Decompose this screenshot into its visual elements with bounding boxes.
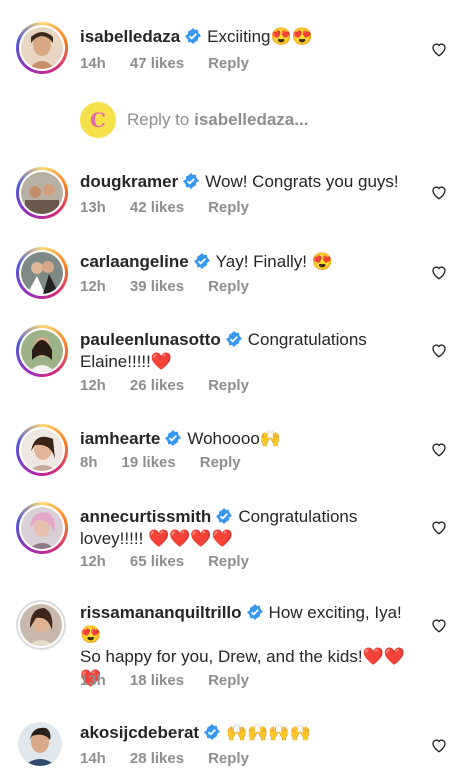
likes-count[interactable]: 65 likes xyxy=(130,553,184,570)
username[interactable]: isabelledaza xyxy=(80,27,180,46)
my-avatar: C xyxy=(80,102,116,138)
timestamp: 14h xyxy=(80,55,106,72)
heart-icon[interactable] xyxy=(430,440,448,458)
likes-count[interactable]: 18 likes xyxy=(130,672,184,689)
heart-icon[interactable] xyxy=(430,40,448,58)
reply-button[interactable]: Reply xyxy=(208,672,249,689)
reply-placeholder[interactable]: Reply to isabelledaza... xyxy=(127,110,308,130)
emoji: ❤️ xyxy=(150,352,173,371)
comment-text: Wow! Congrats you guys! xyxy=(205,172,399,191)
heart-icon[interactable] xyxy=(430,736,448,754)
verified-badge-icon xyxy=(185,28,202,44)
reply-button[interactable]: Reply xyxy=(208,553,249,570)
verified-badge-icon xyxy=(165,430,182,446)
svg-text:C: C xyxy=(90,108,106,132)
avatar[interactable] xyxy=(16,424,68,476)
emoji: 😍😍 xyxy=(270,27,313,46)
timestamp: 13h xyxy=(80,199,106,216)
reply-button[interactable]: Reply xyxy=(208,55,249,72)
likes-count[interactable]: 42 likes xyxy=(130,199,184,216)
reply-button[interactable]: Reply xyxy=(208,278,249,295)
emoji: 🙌🙌🙌🙌 xyxy=(226,723,311,742)
comment-body: isabelledaza Exciiting😍😍 xyxy=(80,26,420,48)
likes-count[interactable]: 39 likes xyxy=(130,278,184,295)
avatar[interactable] xyxy=(16,22,68,74)
heart-icon[interactable] xyxy=(430,183,448,201)
username[interactable]: rissamananquiltrillo xyxy=(80,603,242,622)
timestamp: 13h xyxy=(80,672,106,689)
emoji: 😍 xyxy=(311,252,333,271)
reply-button[interactable]: Reply xyxy=(208,199,249,216)
comment-text-line2: So happy for you, Drew, and the kids! xyxy=(80,647,363,666)
heart-icon[interactable] xyxy=(430,341,448,359)
timestamp: 12h xyxy=(80,553,106,570)
username[interactable]: dougkramer xyxy=(80,172,178,191)
comment-meta: 14h 47 likes Reply xyxy=(80,55,273,72)
avatar[interactable] xyxy=(16,325,68,377)
timestamp: 14h xyxy=(80,750,106,767)
verified-badge-icon xyxy=(216,508,233,524)
verified-badge-icon xyxy=(204,724,221,740)
username[interactable]: annecurtissmith xyxy=(80,507,211,526)
timestamp: 12h xyxy=(80,278,106,295)
heart-icon[interactable] xyxy=(430,616,448,634)
timestamp: 12h xyxy=(80,377,106,394)
heart-icon[interactable] xyxy=(430,263,448,281)
username[interactable]: akosijcdeberat xyxy=(80,723,199,742)
avatar[interactable] xyxy=(16,167,68,219)
likes-count[interactable]: 47 likes xyxy=(130,55,184,72)
likes-count[interactable]: 28 likes xyxy=(130,750,184,767)
avatar[interactable] xyxy=(16,502,68,554)
verified-badge-icon xyxy=(225,331,242,347)
heart-icon[interactable] xyxy=(430,518,448,536)
comment-text: Yay! Finally! xyxy=(215,252,307,271)
emoji: ❤️❤️❤️❤️ xyxy=(148,529,233,548)
comment-text: Exciiting xyxy=(207,27,271,46)
username[interactable]: carlaangeline xyxy=(80,252,189,271)
verified-badge-icon xyxy=(183,173,200,189)
emoji: 😍 xyxy=(80,625,102,644)
reply-button[interactable]: Reply xyxy=(208,377,249,394)
emoji: 🙌 xyxy=(259,429,281,448)
username[interactable]: pauleenlunasotto xyxy=(80,330,221,349)
emoji: ❤️❤️ xyxy=(362,647,405,666)
avatar[interactable] xyxy=(16,720,64,768)
avatar[interactable] xyxy=(16,600,66,650)
comment-text: How exciting, Iya! xyxy=(268,603,402,622)
avatar[interactable] xyxy=(16,247,68,299)
reply-button[interactable]: Reply xyxy=(208,750,249,767)
likes-count[interactable]: 19 likes xyxy=(122,454,176,471)
verified-badge-icon xyxy=(246,604,263,620)
likes-count[interactable]: 26 likes xyxy=(130,377,184,394)
reply-button[interactable]: Reply xyxy=(200,454,241,471)
comment-text: Wohoooo xyxy=(187,429,260,448)
username[interactable]: iamhearte xyxy=(80,429,160,448)
timestamp: 8h xyxy=(80,454,98,471)
verified-badge-icon xyxy=(193,253,210,269)
reply-input-bar[interactable]: C Reply to isabelledaza... xyxy=(80,100,474,140)
